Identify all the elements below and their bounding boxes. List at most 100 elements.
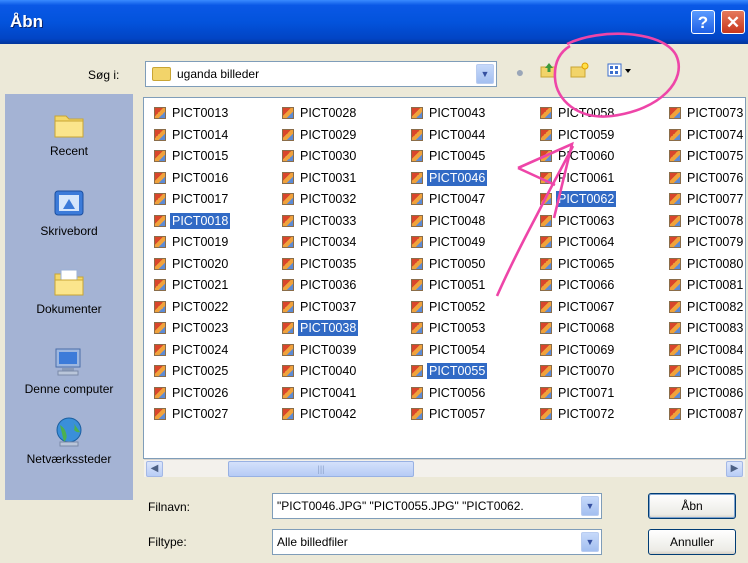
file-name: PICT0065 [558, 256, 615, 271]
file-name: PICT0085 [687, 364, 744, 378]
image-file-icon [540, 214, 552, 227]
file-name: PICT0081 [687, 278, 744, 292]
file-name: PICT0076 [687, 170, 744, 185]
file-name: PICT0055 [427, 363, 488, 379]
image-file-icon [154, 322, 166, 334]
file-name: PICT0067 [558, 299, 615, 314]
image-file-icon [154, 365, 166, 377]
back-icon[interactable]: ● [510, 62, 530, 82]
new-folder-icon[interactable] [570, 62, 590, 82]
image-file-icon [540, 257, 552, 270]
file-name: PICT0023 [172, 321, 229, 335]
filetype-label: Filtype: [148, 535, 187, 549]
horizontal-scrollbar[interactable]: ◀ ||| ▶ [144, 459, 745, 477]
places-bar: Recent Skrivebord Dokumenter Denne compu… [5, 94, 133, 500]
file-name: PICT0056 [429, 385, 486, 400]
image-file-icon [282, 107, 294, 119]
image-file-icon [411, 322, 423, 334]
file-name: PICT0073 [687, 106, 744, 120]
network-icon [56, 417, 82, 447]
help-button[interactable]: ? [691, 10, 715, 34]
file-name: PICT0052 [429, 299, 486, 314]
up-folder-icon[interactable] [539, 62, 559, 82]
file-name: PICT0070 [558, 364, 615, 378]
image-file-icon [540, 365, 552, 377]
image-file-icon [669, 171, 681, 184]
file-name: PICT0021 [172, 278, 229, 292]
place-documents[interactable]: Dokumenter [5, 266, 133, 316]
scroll-thumb[interactable]: ||| [228, 461, 414, 477]
file-name: PICT0050 [429, 256, 486, 271]
image-file-icon [411, 171, 423, 184]
image-file-icon [411, 257, 423, 270]
image-file-icon [154, 214, 166, 227]
file-name: PICT0079 [687, 235, 744, 249]
lookin-combo[interactable]: uganda billeder ▼ [145, 61, 497, 87]
image-file-icon [411, 236, 423, 248]
file-name: PICT0016 [172, 170, 229, 185]
file-name: PICT0035 [300, 256, 357, 271]
scroll-right-icon[interactable]: ▶ [726, 461, 743, 477]
file-name: PICT0058 [558, 106, 615, 120]
place-label: Dokumenter [36, 302, 102, 316]
place-network[interactable]: Netværkssteder [5, 416, 133, 466]
filetype-select[interactable]: Alle billedfiler ▼ [272, 529, 602, 555]
image-file-icon [282, 408, 294, 420]
image-file-icon [282, 343, 294, 356]
file-name: PICT0087 [687, 407, 744, 421]
place-recent[interactable]: Recent [5, 108, 133, 158]
image-file-icon [669, 150, 681, 162]
filename-field[interactable]: "PICT0046.JPG" "PICT0055.JPG" "PICT0062.… [272, 493, 602, 519]
file-name: PICT0071 [558, 385, 615, 400]
file-name: PICT0034 [300, 235, 357, 249]
image-file-icon [411, 386, 423, 399]
image-file-icon [411, 107, 423, 119]
image-file-icon [411, 128, 423, 141]
image-file-icon [282, 386, 294, 399]
file-name: PICT0078 [687, 213, 744, 228]
file-name: PICT0069 [558, 342, 615, 357]
image-file-icon [282, 300, 294, 313]
image-file-icon [154, 171, 166, 184]
scroll-left-icon[interactable]: ◀ [146, 461, 163, 477]
file-name: PICT0049 [429, 235, 486, 249]
place-computer[interactable]: Denne computer [5, 346, 133, 396]
folder-icon [152, 66, 171, 81]
lookin-value: uganda billeder [177, 67, 260, 81]
lookin-label: Søg i: [88, 68, 120, 82]
place-desktop[interactable]: Skrivebord [5, 188, 133, 238]
image-file-icon [411, 408, 423, 420]
file-name: PICT0074 [687, 127, 744, 142]
file-name: PICT0015 [172, 149, 229, 163]
image-file-icon [154, 128, 166, 141]
chevron-down-icon[interactable]: ▼ [581, 496, 599, 516]
image-file-icon [282, 214, 294, 227]
image-file-icon [154, 150, 166, 162]
image-file-icon [669, 365, 681, 377]
file-name: PICT0025 [172, 364, 229, 378]
image-file-icon [411, 343, 423, 356]
image-file-icon [669, 257, 681, 270]
file-name: PICT0042 [300, 407, 357, 421]
view-menu-icon[interactable] [606, 62, 636, 82]
file-name: PICT0084 [687, 342, 744, 357]
file-name: PICT0033 [300, 213, 357, 228]
file-name: PICT0020 [172, 256, 229, 271]
file-name: PICT0027 [172, 407, 229, 421]
file-list[interactable]: PICT0013 PICT0014 PICT0015 PICT0016 PICT0017… [143, 97, 746, 459]
file-name: PICT0060 [558, 149, 615, 163]
cancel-button[interactable]: Annuller [648, 529, 736, 555]
image-file-icon [282, 236, 294, 248]
image-file-icon [154, 408, 166, 420]
file-name: PICT0053 [429, 321, 486, 335]
file-name: PICT0018 [170, 212, 231, 229]
image-file-icon [669, 236, 681, 248]
chevron-down-icon[interactable]: ▼ [581, 532, 599, 552]
open-button[interactable]: Åbn [648, 493, 736, 519]
image-file-icon [540, 322, 552, 334]
window-title: Åbn [10, 12, 44, 31]
file-name: PICT0061 [558, 170, 615, 185]
close-button[interactable]: ✕ [721, 10, 745, 34]
chevron-down-icon[interactable]: ▼ [476, 64, 494, 84]
image-file-icon [669, 214, 681, 227]
